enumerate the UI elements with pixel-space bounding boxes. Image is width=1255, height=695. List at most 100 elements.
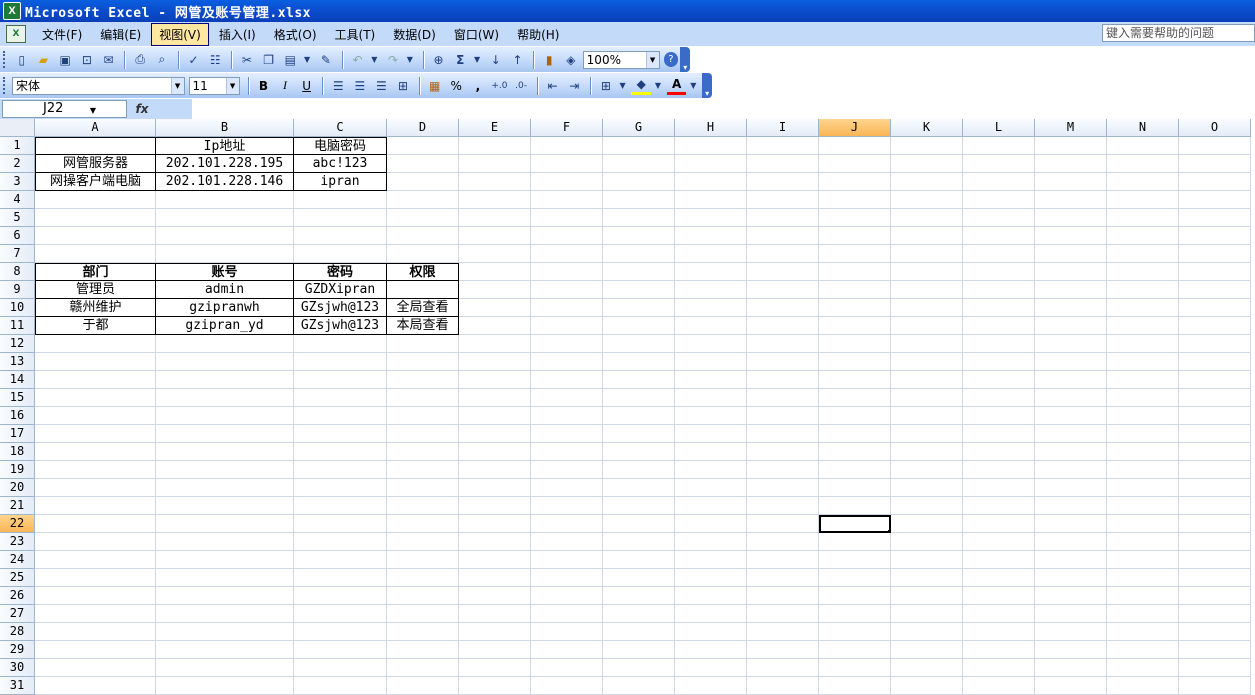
cell-J13[interactable]: [819, 353, 891, 371]
cell-M1[interactable]: [1035, 137, 1107, 155]
cell-A24[interactable]: [35, 551, 156, 569]
row-header-11[interactable]: 11: [0, 317, 35, 335]
cell-M24[interactable]: [1035, 551, 1107, 569]
cell-J28[interactable]: [819, 623, 891, 641]
cell-E21[interactable]: [459, 497, 531, 515]
cell-F21[interactable]: [531, 497, 603, 515]
column-header-H[interactable]: H: [675, 119, 747, 137]
increase-indent-icon[interactable]: ⇥: [564, 76, 584, 96]
cell-H2[interactable]: [675, 155, 747, 173]
column-header-D[interactable]: D: [387, 119, 459, 137]
cell-G6[interactable]: [603, 227, 675, 245]
cell-M5[interactable]: [1035, 209, 1107, 227]
cell-G13[interactable]: [603, 353, 675, 371]
insert-function-icon[interactable]: fx: [127, 102, 157, 116]
cell-J4[interactable]: [819, 191, 891, 209]
cell-C2[interactable]: abc!123: [294, 155, 387, 173]
cell-A11[interactable]: 于都: [35, 317, 156, 335]
cell-D16[interactable]: [387, 407, 459, 425]
cell-I18[interactable]: [747, 443, 819, 461]
cell-G5[interactable]: [603, 209, 675, 227]
cell-A17[interactable]: [35, 425, 156, 443]
row-header-15[interactable]: 15: [0, 389, 35, 407]
cell-I3[interactable]: [747, 173, 819, 191]
cell-H12[interactable]: [675, 335, 747, 353]
cell-J30[interactable]: [819, 659, 891, 677]
cell-H16[interactable]: [675, 407, 747, 425]
row-header-21[interactable]: 21: [0, 497, 35, 515]
cell-K22[interactable]: [891, 515, 963, 533]
cell-H19[interactable]: [675, 461, 747, 479]
cell-I13[interactable]: [747, 353, 819, 371]
cell-J26[interactable]: [819, 587, 891, 605]
cell-H5[interactable]: [675, 209, 747, 227]
cell-L11[interactable]: [963, 317, 1035, 335]
cell-D30[interactable]: [387, 659, 459, 677]
cell-K8[interactable]: [891, 263, 963, 281]
cell-G17[interactable]: [603, 425, 675, 443]
cell-N23[interactable]: [1107, 533, 1179, 551]
cell-B4[interactable]: [156, 191, 294, 209]
cell-F11[interactable]: [531, 317, 603, 335]
cell-E9[interactable]: [459, 281, 531, 299]
cell-O22[interactable]: [1179, 515, 1251, 533]
cell-M12[interactable]: [1035, 335, 1107, 353]
cell-F10[interactable]: [531, 299, 603, 317]
cell-G22[interactable]: [603, 515, 675, 533]
cell-B23[interactable]: [156, 533, 294, 551]
cell-I4[interactable]: [747, 191, 819, 209]
menu-format[interactable]: 格式(O): [266, 23, 325, 46]
cell-A8[interactable]: 部门: [35, 263, 156, 281]
cell-D21[interactable]: [387, 497, 459, 515]
cell-C4[interactable]: [294, 191, 387, 209]
cell-E25[interactable]: [459, 569, 531, 587]
cell-K19[interactable]: [891, 461, 963, 479]
cell-O19[interactable]: [1179, 461, 1251, 479]
cell-L28[interactable]: [963, 623, 1035, 641]
cell-E1[interactable]: [459, 137, 531, 155]
cell-G9[interactable]: [603, 281, 675, 299]
cell-G28[interactable]: [603, 623, 675, 641]
percent-button[interactable]: %: [446, 76, 466, 96]
cell-I6[interactable]: [747, 227, 819, 245]
cell-A20[interactable]: [35, 479, 156, 497]
cell-D2[interactable]: [387, 155, 459, 173]
cell-D11[interactable]: 本局查看: [387, 317, 459, 335]
cell-F8[interactable]: [531, 263, 603, 281]
cell-E16[interactable]: [459, 407, 531, 425]
cell-B26[interactable]: [156, 587, 294, 605]
cell-C14[interactable]: [294, 371, 387, 389]
cell-O31[interactable]: [1179, 677, 1251, 695]
cell-A26[interactable]: [35, 587, 156, 605]
cell-B1[interactable]: Ip地址: [156, 137, 294, 155]
cell-L9[interactable]: [963, 281, 1035, 299]
align-right-icon[interactable]: ☰: [372, 76, 392, 96]
cell-O26[interactable]: [1179, 587, 1251, 605]
cell-F6[interactable]: [531, 227, 603, 245]
cell-B3[interactable]: 202.101.228.146: [156, 173, 294, 191]
cell-C16[interactable]: [294, 407, 387, 425]
cell-C22[interactable]: [294, 515, 387, 533]
cell-K11[interactable]: [891, 317, 963, 335]
cell-M28[interactable]: [1035, 623, 1107, 641]
cell-I7[interactable]: [747, 245, 819, 263]
cell-L20[interactable]: [963, 479, 1035, 497]
cell-K10[interactable]: [891, 299, 963, 317]
cell-J14[interactable]: [819, 371, 891, 389]
drawing-icon[interactable]: ◈: [561, 50, 581, 70]
cell-K15[interactable]: [891, 389, 963, 407]
cell-O2[interactable]: [1179, 155, 1251, 173]
cell-F19[interactable]: [531, 461, 603, 479]
cell-G14[interactable]: [603, 371, 675, 389]
cell-H25[interactable]: [675, 569, 747, 587]
cell-N3[interactable]: [1107, 173, 1179, 191]
cell-E26[interactable]: [459, 587, 531, 605]
cell-B15[interactable]: [156, 389, 294, 407]
cell-A16[interactable]: [35, 407, 156, 425]
cell-H28[interactable]: [675, 623, 747, 641]
cell-C6[interactable]: [294, 227, 387, 245]
cell-C1[interactable]: 电脑密码: [294, 137, 387, 155]
cell-F25[interactable]: [531, 569, 603, 587]
menu-insert[interactable]: 插入(I): [211, 23, 264, 46]
cell-H30[interactable]: [675, 659, 747, 677]
